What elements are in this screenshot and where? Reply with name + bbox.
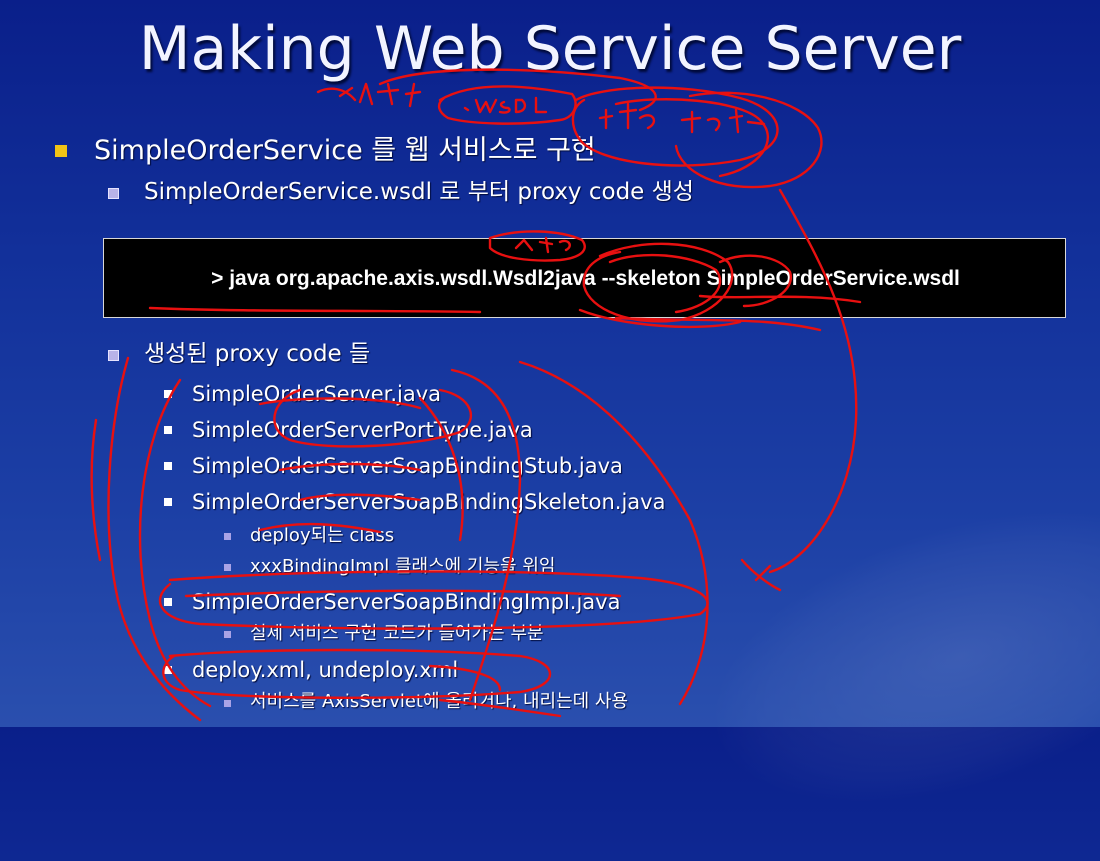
file-item: SimpleOrderServerSoapBindingSkeleton.jav…: [192, 490, 666, 514]
note-bullet-icon: [224, 564, 231, 571]
file-item: SimpleOrderServerSoapBindingStub.java: [192, 454, 623, 478]
file-item: SimpleOrderServer.java: [192, 382, 441, 406]
bullet-generated-code: 생성된 proxy code 들: [144, 341, 371, 367]
note-bullet-icon: [224, 700, 231, 707]
command-box: > java org.apache.axis.wsdl.Wsdl2java --…: [103, 238, 1066, 318]
sub-bullet-icon: [108, 350, 119, 361]
note-item: 실제 서비스 구현 코드가 들어가는 부분: [250, 623, 544, 644]
note-bullet-icon: [224, 631, 231, 638]
bullet-square-icon: [55, 145, 67, 157]
sub-bullet-icon: [108, 188, 119, 199]
note-item: deploy되는 class: [250, 525, 395, 546]
file-bullet-icon: [164, 498, 172, 506]
bullet-implement-service: SimpleOrderService 를 웹 서비스로 구현: [94, 135, 596, 166]
bullet-generate-proxy: SimpleOrderService.wsdl 로 부터 proxy code …: [144, 179, 694, 205]
note-item: 서비스를 AxisServlet에 올리거나, 내리는데 사용: [250, 691, 629, 712]
note-item: xxxBindingImpl 클래스에 기능을 위임: [250, 556, 556, 577]
file-bullet-icon: [164, 598, 172, 606]
command-text: > java org.apache.axis.wsdl.Wsdl2java --…: [211, 267, 960, 290]
slide: Making Web Service Server SimpleOrderSer…: [0, 0, 1100, 861]
file-bullet-icon: [164, 666, 172, 674]
file-bullet-icon: [164, 462, 172, 470]
file-bullet-icon: [164, 390, 172, 398]
note-bullet-icon: [224, 533, 231, 540]
background-swoosh: [672, 453, 1100, 861]
file-item: deploy.xml, undeploy.xml: [192, 658, 459, 682]
slide-title: Making Web Service Server: [138, 14, 962, 84]
file-item: SimpleOrderServerPortType.java: [192, 418, 533, 442]
file-bullet-icon: [164, 426, 172, 434]
file-item: SimpleOrderServerSoapBindingImpl.java: [192, 590, 621, 614]
